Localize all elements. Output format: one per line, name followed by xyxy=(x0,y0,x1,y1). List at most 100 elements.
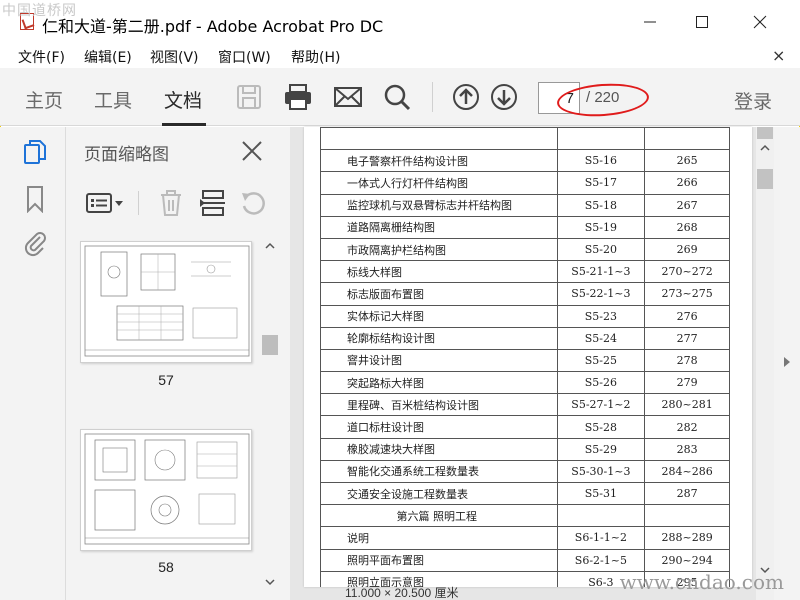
thumbnails-scrollbar[interactable] xyxy=(262,241,278,587)
toc-item-name: 监控球机与双悬臂标志并杆结构图 xyxy=(320,193,558,217)
menu-help[interactable]: 帮助(H) xyxy=(291,47,340,67)
document-scrollbar[interactable] xyxy=(756,127,774,600)
maximize-icon xyxy=(696,16,708,28)
table-row: 监控球机与双悬臂标志并杆结构图 S5-18 267 xyxy=(320,193,730,217)
thumbnail-options-button[interactable] xyxy=(84,187,128,219)
table-row: 突起路标大样图 S5-26 279 xyxy=(320,371,730,395)
menu-bar: 文件(F) 编辑(E) 视图(V) 窗口(W) 帮助(H) × xyxy=(0,44,800,68)
thumbnail-toolbar xyxy=(84,187,284,219)
toc-item-page: 268 xyxy=(644,215,730,239)
active-tab-indicator xyxy=(162,123,206,126)
printer-icon xyxy=(285,84,311,110)
bookmarks-button[interactable] xyxy=(22,185,48,213)
print-button[interactable] xyxy=(281,80,315,114)
close-pane-button[interactable] xyxy=(240,139,264,163)
toc-item-name: 里程碑、百米桩结构设计图 xyxy=(320,393,558,417)
table-row: 说明 S6-1-1~2 288~289 xyxy=(320,526,730,550)
tab-home[interactable]: 主页 xyxy=(25,86,63,113)
table-row: 道路隔离栅结构图 S5-19 268 xyxy=(320,215,730,239)
email-button[interactable] xyxy=(331,80,365,114)
page-thumbnails-button[interactable] xyxy=(22,139,48,167)
page-thumbnail-58[interactable] xyxy=(80,429,252,551)
insert-page-button[interactable] xyxy=(198,187,228,219)
table-row: 电子警察杆件结构设计图 S5-16 265 xyxy=(320,149,730,173)
document-scroll-thumb[interactable] xyxy=(757,169,773,189)
table-row: 智能化交通系统工程数量表 S5-30-1~3 284~286 xyxy=(320,459,730,484)
scroll-track-top xyxy=(757,127,773,139)
maximize-button[interactable] xyxy=(690,10,714,34)
toc-item-code: S6-2-1~5 xyxy=(556,548,646,572)
toc-item-code: S6-1-1~2 xyxy=(556,526,646,550)
watermark-top-left: 中国道桥网 xyxy=(2,3,77,19)
minimize-button[interactable] xyxy=(638,10,662,34)
toc-item-page: 288~289 xyxy=(644,526,730,550)
delete-page-button[interactable] xyxy=(156,187,186,219)
toc-item-page: 269 xyxy=(644,237,730,262)
pdf-page[interactable]: 电子警察杆件结构设计图 S5-16 265 一体式人行灯杆件结构图 S5-17 266 监控… xyxy=(304,127,752,587)
toc-item-page: 276 xyxy=(644,304,730,328)
toc-item-page: 290~294 xyxy=(644,548,730,572)
scroll-up-icon xyxy=(760,144,770,151)
table-row: 道口标柱设计图 S5-28 282 xyxy=(320,415,730,439)
toc-item-page: 284~286 xyxy=(644,459,730,484)
previous-page-button[interactable] xyxy=(449,80,483,114)
tab-tools[interactable]: 工具 xyxy=(94,86,132,113)
attachments-button[interactable] xyxy=(22,229,48,257)
table-row: 一体式人行灯杆件结构图 S5-17 266 xyxy=(320,171,730,195)
menu-edit[interactable]: 编辑(E) xyxy=(84,47,132,67)
table-row: 橡胶减速块大样图 S5-29 283 xyxy=(320,437,730,461)
left-navigation-rail xyxy=(0,127,66,600)
table-row: 实体标记大样图 S5-23 276 xyxy=(320,304,730,328)
toc-item-code: S5-22-1~3 xyxy=(556,282,646,306)
toolbar-separator xyxy=(432,82,433,112)
toc-item-code: S5-27-1~2 xyxy=(556,393,646,417)
toc-item-code: S5-29 xyxy=(556,437,646,461)
close-document-button[interactable]: × xyxy=(772,46,785,65)
section-heading: 第六篇 照明工程 xyxy=(320,504,558,528)
menu-file[interactable]: 文件(F) xyxy=(18,47,65,67)
toc-item-code: S5-25 xyxy=(556,348,646,373)
toc-item-code: S5-31 xyxy=(556,481,646,506)
right-tools-panel xyxy=(774,127,800,600)
table-row: 市政隔离护栏结构图 S5-20 269 xyxy=(320,237,730,262)
toc-item-name: 市政隔离护栏结构图 xyxy=(320,237,558,262)
toc-item-name: 交通安全设施工程数量表 xyxy=(320,481,558,506)
bookmark-icon xyxy=(27,186,43,213)
table-row xyxy=(320,127,730,151)
table-row: 照明平面布置图 S6-2-1~5 290~294 xyxy=(320,548,730,572)
thumbnails-scroll-thumb[interactable] xyxy=(262,335,278,355)
search-icon xyxy=(384,84,411,111)
close-icon xyxy=(242,141,262,161)
toc-item-code: S5-20 xyxy=(556,237,646,262)
tab-document[interactable]: 文档 xyxy=(164,86,202,113)
minimize-icon xyxy=(644,21,656,23)
toc-item-code: S5-19 xyxy=(556,215,646,239)
table-row: 窨井设计图 S5-25 278 xyxy=(320,348,730,373)
menu-view[interactable]: 视图(V) xyxy=(150,47,199,67)
rotate-page-button[interactable] xyxy=(238,187,268,219)
pane-title: 页面缩略图 xyxy=(84,145,169,165)
toc-item-page: 273~275 xyxy=(644,282,730,306)
menu-window[interactable]: 窗口(W) xyxy=(218,47,271,67)
toc-item-page: 270~272 xyxy=(644,260,730,284)
close-window-button[interactable] xyxy=(748,10,772,34)
toc-item-code: S5-30-1~3 xyxy=(556,459,646,484)
pane-toolbar-separator xyxy=(138,191,139,215)
page-thumbnail-57[interactable] xyxy=(80,241,252,363)
search-button[interactable] xyxy=(380,80,414,114)
toc-item-page: 266 xyxy=(644,171,730,195)
toc-item-page: 280~281 xyxy=(644,393,730,417)
next-page-button[interactable] xyxy=(487,80,521,114)
save-icon xyxy=(237,85,261,109)
table-row: 标志版面布置图 S5-22-1~3 273~275 xyxy=(320,282,730,306)
toc-item-name: 说明 xyxy=(320,526,558,550)
toc-item-name: 橡胶减速块大样图 xyxy=(320,437,558,461)
toc-item-name: 道路隔离栅结构图 xyxy=(320,215,558,239)
toc-item-code: S5-28 xyxy=(556,415,646,439)
toc-item-code: S5-23 xyxy=(556,304,646,328)
toc-item-page: 283 xyxy=(644,437,730,461)
save-button[interactable] xyxy=(232,80,266,114)
expand-right-panel-arrow-icon[interactable] xyxy=(784,357,790,367)
login-button[interactable]: 登录 xyxy=(734,87,772,114)
toc-item-code: S5-26 xyxy=(556,371,646,395)
